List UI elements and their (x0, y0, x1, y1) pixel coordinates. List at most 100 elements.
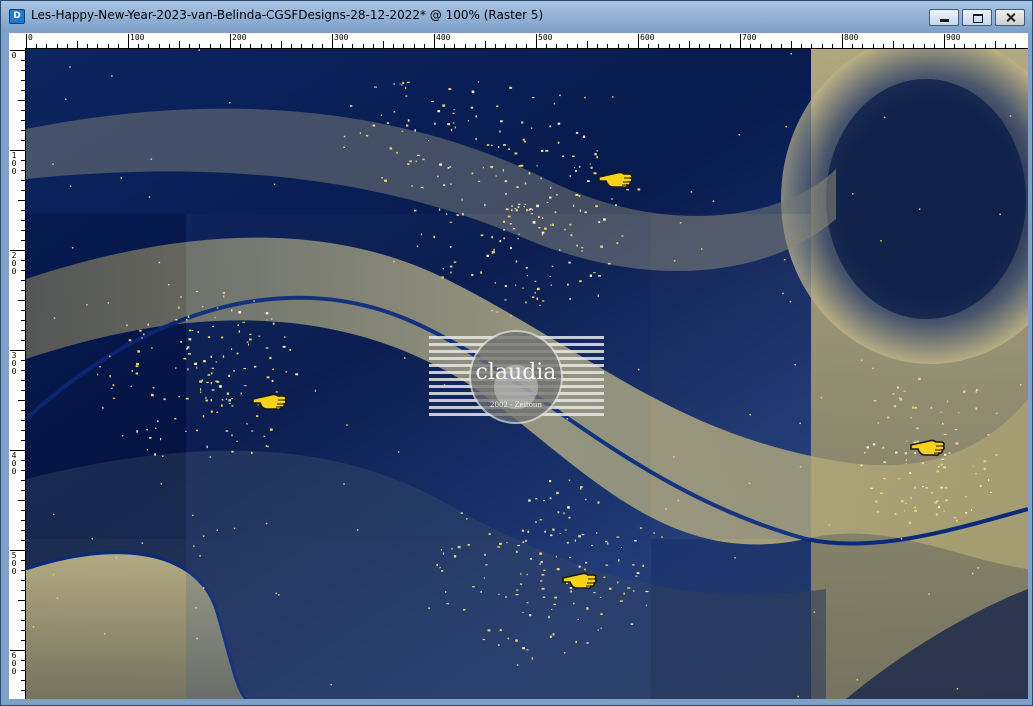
ruler-tick (729, 44, 731, 48)
ruler-tick (485, 41, 486, 48)
maximize-button[interactable] (962, 9, 992, 26)
ruler-tick (21, 560, 25, 561)
ruler-tick (372, 44, 374, 48)
horizontal-ruler[interactable]: 0 100 200 300 400 500 600 700 800 900 (25, 33, 1028, 49)
ruler-tick (21, 640, 25, 641)
ruler-tick (168, 44, 170, 48)
ruler-tick (872, 44, 874, 48)
ruler-tick (648, 44, 650, 48)
ruler-tick (21, 630, 25, 631)
ruler-tick (944, 34, 945, 48)
ruler-tick (21, 140, 25, 141)
ruler-label: 100 (130, 33, 145, 42)
ruler-tick (301, 44, 303, 48)
vertical-ruler[interactable]: 0 1 0 0 2 0 0 3 0 0 4 0 0 5 0 0 6 0 0 (9, 48, 26, 699)
ruler-tick (138, 44, 140, 48)
ruler-tick (576, 44, 578, 48)
ruler-tick (811, 44, 813, 48)
ruler-tick (18, 100, 25, 101)
ruler-tick (240, 44, 242, 48)
ruler-label: 500 (538, 33, 553, 42)
ruler-tick (21, 170, 25, 171)
ruler-tick (66, 44, 68, 48)
ruler-tick (974, 44, 976, 48)
ruler-tick (21, 120, 25, 121)
ruler-tick (21, 470, 25, 471)
ruler-tick (362, 44, 364, 48)
ruler-tick (21, 390, 25, 391)
ruler-tick (454, 44, 456, 48)
ruler-tick (148, 44, 150, 48)
ruler-tick (21, 330, 25, 331)
ruler-tick (536, 34, 537, 48)
ruler-tick (1015, 44, 1017, 48)
ruler-tick (21, 260, 25, 261)
ruler-tick (21, 60, 25, 61)
ruler-tick (21, 130, 25, 131)
app-icon[interactable]: D (9, 9, 25, 24)
minimize-icon (930, 10, 958, 25)
ruler-tick (903, 44, 905, 48)
ruler-tick (21, 80, 25, 81)
ruler-tick (709, 44, 711, 48)
ruler-tick (209, 44, 211, 48)
ruler-tick (740, 34, 741, 48)
ruler-tick (21, 530, 25, 531)
ruler-tick (21, 280, 25, 281)
ruler-label: 0 (28, 33, 33, 42)
ruler-tick (18, 500, 25, 501)
ruler-tick (842, 34, 843, 48)
ruler-label: 300 (334, 33, 349, 42)
ruler-tick (627, 44, 629, 48)
app-window: D Les-Happy-New-Year-2023-van-Belinda-CG… (0, 0, 1033, 706)
watermark-text: claudia (476, 360, 557, 385)
ruler-tick (342, 44, 344, 48)
ruler-tick (56, 44, 58, 48)
ruler-tick (678, 44, 680, 48)
ruler-tick (21, 290, 25, 291)
ruler-tick (862, 44, 864, 48)
ruler-tick (831, 44, 833, 48)
ruler-tick (964, 44, 966, 48)
close-button[interactable] (995, 9, 1025, 26)
ruler-tick (21, 160, 25, 161)
ruler-tick (923, 44, 925, 48)
ruler-tick (219, 44, 221, 48)
ruler-tick (21, 610, 25, 611)
ruler-tick (689, 41, 690, 48)
ruler-tick (21, 90, 25, 91)
ruler-label: 700 (742, 33, 757, 42)
ruler-tick (260, 44, 262, 48)
image-canvas[interactable]: claudia 2002 - Zeitoun (26, 49, 1028, 699)
minimize-button[interactable] (929, 9, 959, 26)
ruler-tick (21, 670, 25, 671)
ruler-tick (230, 34, 231, 48)
ruler-tick (984, 44, 986, 48)
ruler-tick (474, 44, 476, 48)
ruler-tick (18, 200, 25, 201)
ruler-tick (423, 44, 425, 48)
ruler-tick (954, 44, 956, 48)
ruler-tick (1005, 44, 1007, 48)
ruler-tick (21, 660, 25, 661)
ruler-tick (36, 44, 38, 48)
ruler-tick (21, 360, 25, 361)
ruler-tick (719, 44, 721, 48)
ruler-tick (995, 41, 996, 48)
ruler-tick (699, 44, 701, 48)
ruler-tick (21, 430, 25, 431)
ruler-tick (566, 44, 568, 48)
ruler-tick (21, 180, 25, 181)
ruler-tick (21, 230, 25, 231)
ruler-tick (587, 41, 588, 48)
ruler-tick (393, 44, 395, 48)
ruler-tick (821, 44, 823, 48)
ruler-tick (21, 580, 25, 581)
ruler-label: 900 (946, 33, 961, 42)
ruler-tick (770, 44, 772, 48)
ruler-tick (199, 44, 201, 48)
ruler-tick (434, 34, 435, 48)
title-bar[interactable]: D Les-Happy-New-Year-2023-van-Belinda-CG… (1, 1, 1032, 31)
ruler-tick (21, 420, 25, 421)
ruler-label: 4 0 0 (11, 451, 17, 476)
